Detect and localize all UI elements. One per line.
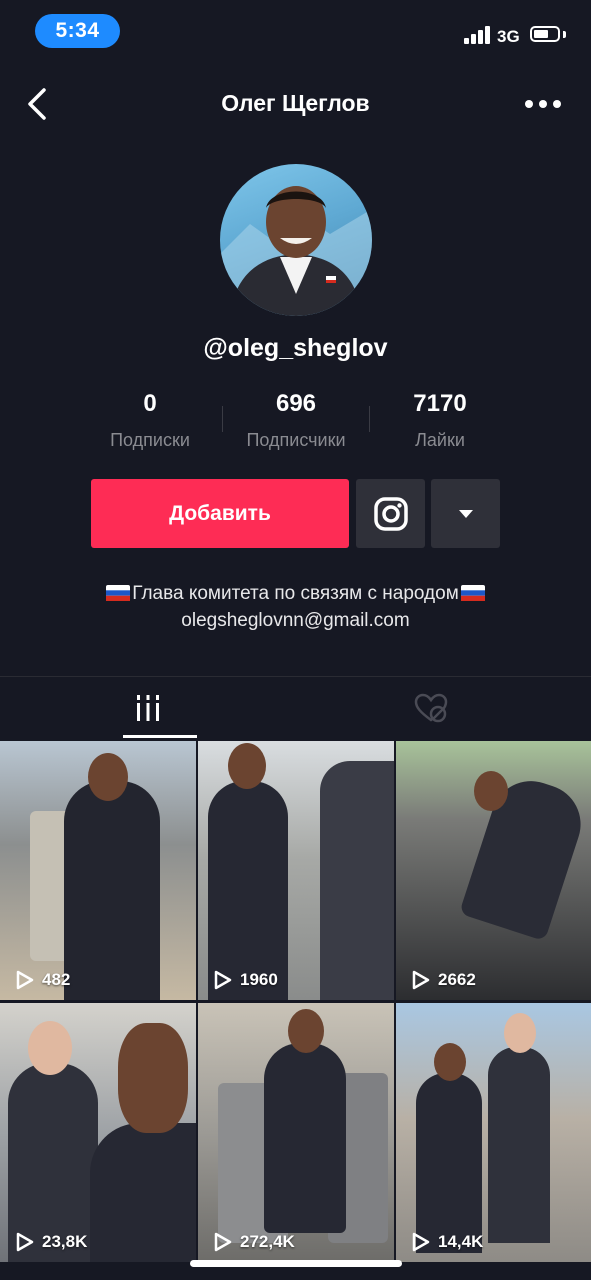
view-count-text: 2662 — [438, 970, 476, 989]
video-thumbnail[interactable]: 23,8K — [0, 1003, 196, 1262]
stat-likes[interactable]: 7170 Лайки — [360, 390, 520, 451]
bio-line-1: Глава комитета по связям с народом — [0, 580, 591, 607]
bio-text: Глава комитета по связям с народом — [132, 583, 459, 604]
video-thumbnail[interactable]: 1960 — [198, 741, 394, 1000]
view-count-text: 1960 — [240, 970, 278, 989]
status-bar: 5:34 3G — [0, 0, 591, 62]
view-count: 272,4K — [214, 1232, 295, 1252]
stat-followers[interactable]: 696 Подписчики — [216, 390, 376, 451]
bio: Глава комитета по связям с народом olegs… — [0, 580, 591, 634]
username: @oleg_sheglov — [203, 334, 388, 362]
video-thumbnail[interactable]: 272,4K — [198, 1003, 394, 1262]
view-count: 23,8K — [16, 1232, 87, 1252]
battery-icon — [530, 26, 560, 42]
play-icon — [214, 1232, 232, 1252]
view-count-text: 23,8K — [42, 1232, 88, 1251]
stat-label: Подписки — [110, 430, 190, 450]
view-count-text: 482 — [42, 970, 71, 989]
view-count: 482 — [16, 970, 70, 990]
view-count: 14,4K — [412, 1232, 483, 1252]
caret-down-icon — [458, 509, 473, 518]
grid-icon — [137, 695, 159, 721]
stat-label: Лайки — [415, 430, 465, 450]
instagram-button[interactable] — [356, 479, 425, 548]
stat-value: 7170 — [413, 390, 467, 417]
battery-cap — [563, 31, 566, 38]
follow-button[interactable]: Добавить — [91, 479, 349, 548]
status-time: 5:34 — [35, 14, 120, 48]
profile-stats: 0 Подписки 696 Подписчики 7170 Лайки — [0, 390, 591, 460]
view-count-text: 14,4K — [438, 1232, 484, 1251]
stat-value: 696 — [275, 390, 317, 417]
play-icon — [214, 970, 232, 990]
play-icon — [412, 970, 430, 990]
tab-liked[interactable] — [356, 677, 506, 739]
video-thumbnail[interactable]: 2662 — [396, 741, 591, 1000]
tab-videos[interactable] — [73, 677, 223, 739]
network-type: 3G — [497, 27, 520, 46]
video-thumbnail[interactable]: 482 — [0, 741, 196, 1000]
view-count: 1960 — [214, 970, 278, 990]
suggested-accounts-button[interactable] — [431, 479, 500, 548]
russia-flag-icon — [106, 585, 131, 601]
signal-icon — [464, 26, 492, 44]
russia-flag-icon — [460, 585, 485, 601]
avatar-photo — [220, 186, 372, 316]
stat-following[interactable]: 0 Подписки — [70, 390, 230, 451]
avatar[interactable] — [220, 164, 372, 316]
instagram-icon — [373, 496, 408, 531]
stat-label: Подписчики — [246, 430, 346, 450]
page-title: Олег Щеглов — [221, 90, 370, 116]
play-icon — [412, 1232, 430, 1252]
play-icon — [16, 970, 34, 990]
video-thumbnail[interactable]: 14,4K — [396, 1003, 591, 1262]
play-icon — [16, 1232, 34, 1252]
bio-email[interactable]: olegsheglovnn@gmail.com — [0, 607, 591, 634]
more-button[interactable] — [525, 96, 565, 112]
view-count: 2662 — [412, 970, 476, 990]
more-horizontal-icon — [525, 100, 533, 108]
stat-value: 0 — [143, 390, 157, 417]
view-count-text: 272,4K — [240, 1232, 295, 1251]
hidden-heart-icon — [414, 693, 448, 723]
home-indicator — [190, 1260, 402, 1267]
tab-indicator — [123, 735, 197, 738]
top-nav: Олег Щеглов — [0, 74, 591, 134]
